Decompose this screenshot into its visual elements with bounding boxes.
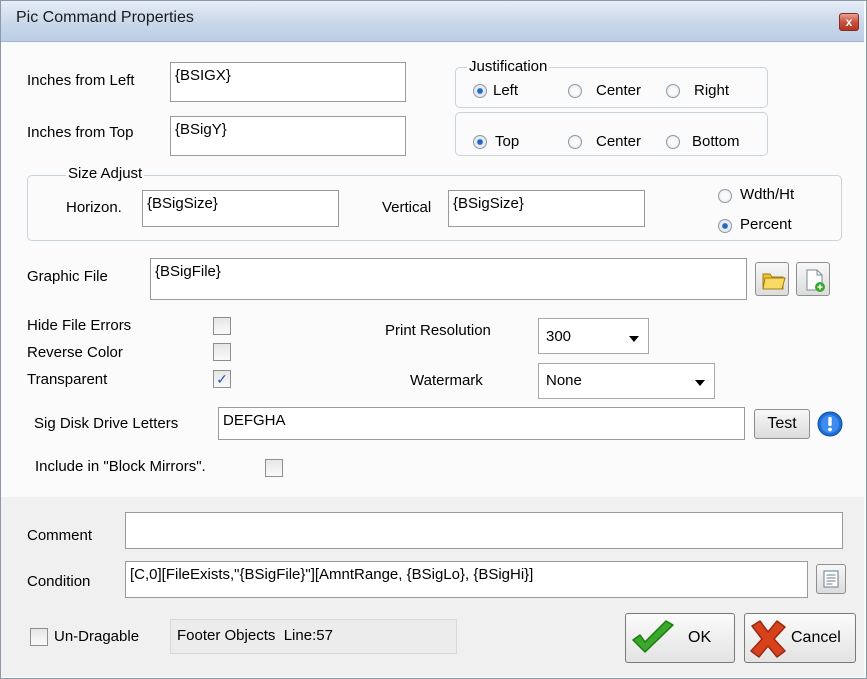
new-file-icon	[806, 269, 825, 292]
vertical-label: Vertical	[382, 199, 432, 216]
watermark-label: Watermark	[410, 372, 483, 389]
close-button[interactable]: x	[839, 13, 859, 31]
justify-vcenter-radio[interactable]	[568, 135, 582, 149]
inches-from-left-input[interactable]: {BSIGX}	[170, 62, 406, 102]
checkmark-icon	[632, 620, 674, 653]
condition-label: Condition	[27, 573, 91, 590]
transparent-label: Transparent	[27, 371, 108, 388]
folder-icon	[762, 273, 786, 290]
condition-input[interactable]: [C,0][FileExists,"{BSigFile}"][AmntRange…	[125, 561, 808, 598]
chevron-down-icon	[629, 336, 639, 342]
browse-folder-button[interactable]	[755, 262, 789, 296]
comment-input[interactable]	[125, 512, 843, 549]
undragable-label: Un-Dragable	[54, 628, 140, 645]
justify-center-radio[interactable]	[568, 84, 582, 98]
hide-file-errors-label: Hide File Errors	[27, 317, 132, 334]
inches-from-left-label: Inches from Left	[27, 72, 135, 89]
inches-from-top-input[interactable]: {BSigY}	[170, 116, 406, 156]
justify-right-label: Right	[694, 82, 730, 99]
undragable-checkbox[interactable]	[30, 628, 48, 646]
justify-bottom-radio[interactable]	[666, 135, 680, 149]
ok-label: OK	[688, 629, 712, 646]
wdth-ht-label: Wdth/Ht	[740, 186, 795, 203]
reverse-color-checkbox[interactable]	[213, 343, 231, 361]
transparent-checkbox[interactable]: ✓	[213, 370, 231, 388]
horizon-size-input[interactable]: {BSigSize}	[142, 190, 339, 227]
list-icon	[823, 570, 839, 588]
ok-button[interactable]: OK	[625, 613, 735, 663]
reverse-color-label: Reverse Color	[27, 344, 123, 361]
new-file-button[interactable]	[796, 262, 830, 296]
justify-top-radio[interactable]	[473, 135, 487, 149]
sig-disk-label: Sig Disk Drive Letters	[34, 415, 179, 432]
justify-vcenter-label: Center	[596, 133, 642, 150]
block-mirrors-label: Include in "Block Mirrors".	[35, 458, 206, 475]
block-mirrors-checkbox[interactable]	[265, 459, 283, 477]
status-text: Footer Objects Line:57	[177, 627, 333, 644]
cancel-button[interactable]: Cancel	[744, 613, 856, 663]
status-panel: Footer Objects Line:57	[170, 619, 457, 654]
horizon-label: Horizon.	[66, 199, 122, 216]
print-resolution-value: 300	[546, 328, 572, 345]
watermark-value: None	[546, 372, 582, 389]
print-resolution-select[interactable]: 300	[538, 318, 649, 354]
watermark-select[interactable]: None	[538, 363, 715, 399]
vertical-size-input[interactable]: {BSigSize}	[448, 190, 645, 227]
justify-left-radio[interactable]	[473, 84, 487, 98]
graphic-file-label: Graphic File	[27, 268, 108, 285]
justify-bottom-label: Bottom	[692, 133, 740, 150]
comment-label: Comment	[27, 527, 93, 544]
inches-from-top-label: Inches from Top	[27, 124, 134, 141]
percent-radio[interactable]	[718, 219, 732, 233]
percent-label: Percent	[740, 216, 792, 233]
justify-right-radio[interactable]	[666, 84, 680, 98]
info-icon	[817, 411, 843, 437]
justification-legend: Justification	[467, 58, 550, 75]
cancel-x-icon	[750, 620, 786, 658]
size-adjust-legend: Size Adjust	[66, 165, 145, 182]
sig-disk-input[interactable]: DEFGHA	[218, 407, 745, 440]
justify-top-label: Top	[495, 133, 520, 150]
cancel-label: Cancel	[791, 629, 841, 646]
info-button[interactable]	[816, 410, 844, 438]
print-resolution-label: Print Resolution	[385, 322, 491, 339]
hide-file-errors-checkbox[interactable]	[213, 317, 231, 335]
wdth-ht-radio[interactable]	[718, 189, 732, 203]
window-title: Pic Command Properties	[16, 9, 194, 26]
chevron-down-icon	[695, 380, 705, 386]
justify-center-label: Center	[596, 82, 642, 99]
graphic-file-input[interactable]: {BSigFile}	[150, 258, 747, 300]
test-button[interactable]: Test	[754, 409, 810, 439]
justify-left-label: Left	[493, 82, 519, 99]
condition-editor-button[interactable]	[816, 564, 846, 594]
